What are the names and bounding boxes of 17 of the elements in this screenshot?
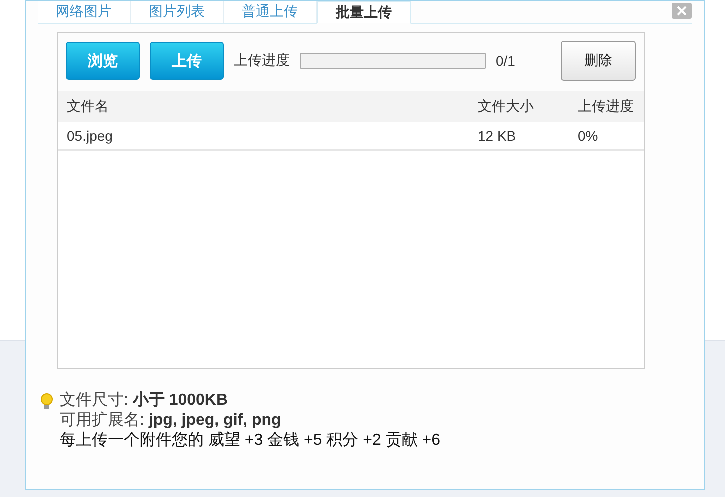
column-header: 上传进度 [578, 98, 635, 116]
column-header: 文件名 [66, 98, 110, 116]
table-cell-text: 0% [578, 128, 600, 144]
table-cell-text: 05.jpeg [66, 128, 114, 144]
close-button[interactable] [672, 3, 692, 19]
table-cell-text: 12 KB [478, 128, 518, 144]
tip-text: 每上传一个附件您的 威望 +3 金钱 +5 积分 +2 贡献 +6 [60, 431, 441, 451]
progress-label: 上传进度 [234, 52, 290, 70]
upload-button[interactable]: 上传 [150, 42, 224, 80]
tab[interactable]: 批量上传 [317, 1, 411, 24]
column-header: 文件大小 [478, 98, 535, 116]
browse-button[interactable]: 浏览 [66, 42, 140, 80]
tip-text: 可用扩展名: jpg, jpeg, gif, png [60, 411, 282, 431]
lightbulb-icon [40, 393, 54, 411]
tip-text: 文件尺寸: 小于 1000KB [60, 391, 230, 411]
progress-count: 0/1 [496, 53, 516, 69]
delete-button[interactable]: 删除 [561, 41, 636, 81]
